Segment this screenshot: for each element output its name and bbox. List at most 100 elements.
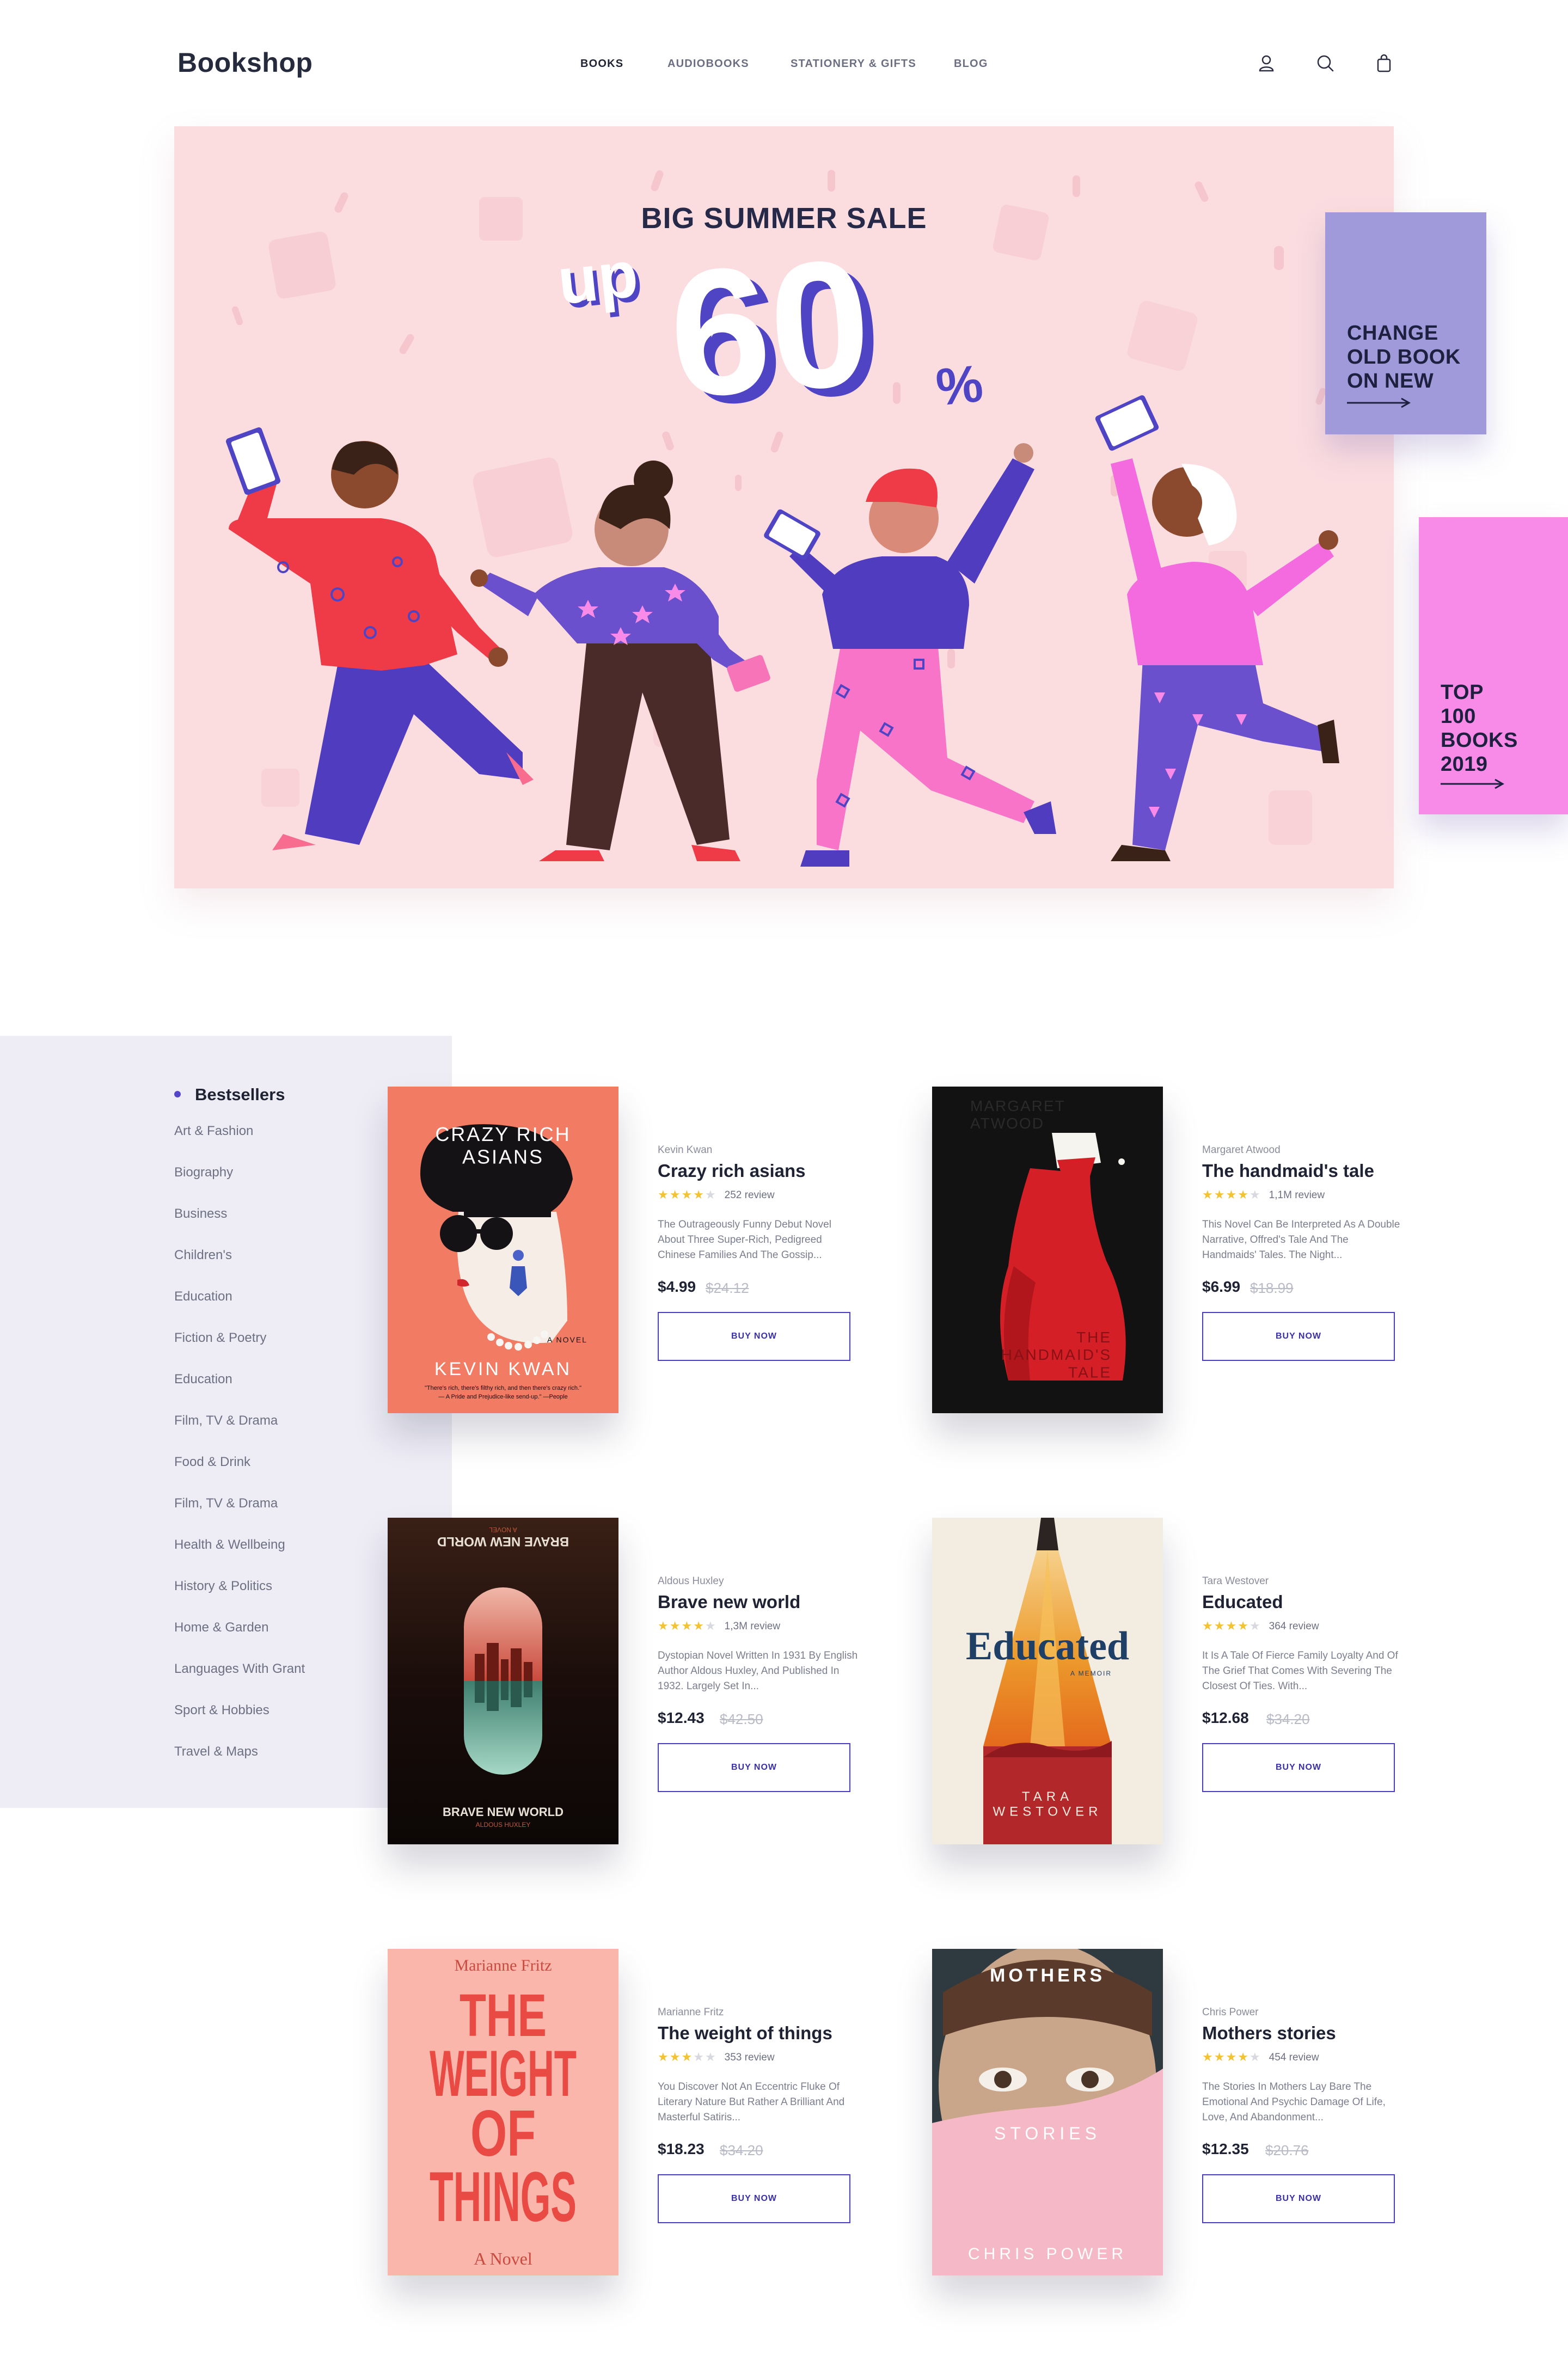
- buy-now-button[interactable]: BUY NOW: [1202, 2174, 1395, 2223]
- cover-tag: A NOVEL: [489, 1526, 517, 1533]
- book-cover[interactable]: Marianne Fritz THE WEIGHT OF THINGS A No…: [388, 1949, 618, 2275]
- buy-now-button[interactable]: BUY NOW: [658, 1312, 850, 1361]
- review-count: 364 review: [1269, 1621, 1319, 1632]
- book-description: The Stories In Mothers Lay Bare The Emot…: [1202, 2081, 1386, 2123]
- hero-banner[interactable]: 60 60 up up % BIG SUMMER SALE: [174, 126, 1394, 888]
- book-author[interactable]: Chris Power: [1202, 2007, 1258, 2019]
- logo[interactable]: Bookshop: [177, 47, 313, 78]
- star-filled-icon: ★: [1202, 1188, 1213, 1202]
- book-title[interactable]: The handmaid's tale: [1202, 1161, 1374, 1181]
- category-item[interactable]: Travel & Maps: [174, 1744, 258, 1759]
- star-filled-icon: ★: [681, 1620, 693, 1633]
- star-filled-icon: ★: [658, 1188, 669, 1202]
- category-item[interactable]: Film, TV & Drama: [174, 1413, 278, 1428]
- category-item[interactable]: Food & Drink: [174, 1455, 250, 1470]
- cover-title-mirrored: BRAVE NEW WORLD: [437, 1534, 569, 1549]
- buy-now-button[interactable]: BUY NOW: [658, 1743, 850, 1792]
- book-author[interactable]: Marianne Fritz: [658, 2007, 724, 2019]
- book-title[interactable]: Educated: [1202, 1592, 1283, 1612]
- book-cover[interactable]: BRAVE NEW WORLD A NOVEL BRAVE NEW WORLD …: [388, 1518, 618, 1844]
- book-author[interactable]: Tara Westover: [1202, 1575, 1269, 1587]
- star-filled-icon: ★: [693, 1620, 704, 1633]
- star-empty-icon: ★: [1249, 1620, 1260, 1633]
- book-cover[interactable]: CRAZY RICH ASIANS A NOVEL KEVIN KWAN "The…: [388, 1087, 618, 1413]
- buy-now-button[interactable]: BUY NOW: [658, 2174, 850, 2223]
- review-count: 353 review: [724, 2052, 775, 2063]
- star-filled-icon: ★: [1214, 1188, 1225, 1202]
- book-old-price: $42.50: [720, 1711, 763, 1727]
- star-filled-icon: ★: [1238, 1188, 1248, 1202]
- book-description: This Novel Can Be Interpreted As A Doubl…: [1202, 1219, 1400, 1261]
- cover-author: KEVIN KWAN: [434, 1359, 572, 1379]
- hero-percent: %: [933, 354, 985, 417]
- cover-tag: A NOVEL: [547, 1335, 587, 1344]
- book-title[interactable]: Mothers stories: [1202, 2023, 1336, 2044]
- book-price: $18.23: [658, 2140, 705, 2157]
- category-item[interactable]: Biography: [174, 1165, 233, 1180]
- book-old-price: $18.99: [1250, 1280, 1294, 1296]
- star-empty-icon: ★: [1249, 2051, 1260, 2064]
- book-title[interactable]: The weight of things: [658, 2023, 832, 2044]
- book-price: $12.35: [1202, 2140, 1249, 2157]
- user-icon[interactable]: [1255, 52, 1277, 74]
- book-title[interactable]: Brave new world: [658, 1592, 800, 1612]
- promo-top-100-books[interactable]: TOP 100 BOOKS 2019: [1419, 517, 1568, 814]
- book-price: $12.43: [658, 1709, 705, 1726]
- category-item[interactable]: Business: [174, 1206, 227, 1222]
- category-item[interactable]: Children's: [174, 1248, 232, 1263]
- book-old-price: $34.20: [720, 2142, 763, 2158]
- promo-change-old-book[interactable]: CHANGE OLD BOOK ON NEW: [1325, 212, 1486, 434]
- review-count: 454 review: [1269, 2052, 1319, 2063]
- search-icon[interactable]: [1314, 52, 1336, 74]
- review-count: 252 review: [724, 1189, 775, 1201]
- nav-stationery-gifts[interactable]: STATIONERY & GIFTS: [791, 58, 916, 70]
- star-filled-icon: ★: [658, 2051, 669, 2064]
- book-old-price: $24.12: [706, 1280, 749, 1296]
- category-item[interactable]: Sport & Hobbies: [174, 1703, 270, 1718]
- book-cover[interactable]: MARGARET ATWOOD THE HANDMAID'S TALE: [932, 1087, 1163, 1413]
- nav-books[interactable]: BOOKS: [580, 58, 623, 70]
- review-count: 1,1M review: [1269, 1189, 1325, 1201]
- star-empty-icon: ★: [1249, 1188, 1260, 1202]
- category-item[interactable]: Languages With Grant: [174, 1661, 305, 1677]
- star-filled-icon: ★: [693, 1188, 704, 1202]
- book-rating: ★★★★★ 252 review: [658, 1189, 775, 1202]
- book-author[interactable]: Kevin Kwan: [658, 1144, 712, 1156]
- star-filled-icon: ★: [658, 1620, 669, 1633]
- book-price: $6.99: [1202, 1278, 1241, 1295]
- book-author[interactable]: Aldous Huxley: [658, 1575, 724, 1587]
- buy-now-button[interactable]: BUY NOW: [1202, 1312, 1395, 1361]
- book-cover[interactable]: Educated A MEMOIR TARA WESTOVER: [932, 1518, 1163, 1844]
- book-cover[interactable]: MOTHERS STORIES CHRIS POWER: [932, 1949, 1163, 2275]
- book-rating: ★★★★★ 1,3M review: [658, 1620, 780, 1633]
- book-author[interactable]: Margaret Atwood: [1202, 1144, 1281, 1156]
- bag-icon[interactable]: [1373, 52, 1395, 74]
- book-price: $12.68: [1202, 1709, 1249, 1726]
- nav-blog[interactable]: BLOG: [954, 58, 988, 70]
- cover-subtitle: STORIES: [994, 2124, 1101, 2143]
- arrow-right-icon: [1347, 397, 1411, 408]
- star-filled-icon: ★: [669, 2051, 681, 2064]
- category-item[interactable]: Fiction & Poetry: [174, 1330, 266, 1346]
- category-item[interactable]: History & Politics: [174, 1579, 272, 1594]
- cover-title: Educated: [966, 1624, 1129, 1669]
- promo-change-text: CHANGE OLD BOOK ON NEW: [1347, 322, 1461, 392]
- category-item[interactable]: Education: [174, 1372, 232, 1387]
- category-title[interactable]: Bestsellers: [195, 1085, 285, 1105]
- star-empty-icon: ★: [693, 2051, 704, 2064]
- category-item[interactable]: Art & Fashion: [174, 1124, 253, 1139]
- category-item[interactable]: Home & Garden: [174, 1620, 268, 1635]
- nav-audiobooks[interactable]: AUDIOBOOKS: [667, 58, 749, 70]
- category-item[interactable]: Education: [174, 1289, 232, 1304]
- cover-title: MOTHERS: [990, 1965, 1105, 1986]
- category-item[interactable]: Film, TV & Drama: [174, 1496, 278, 1511]
- star-filled-icon: ★: [1226, 2051, 1237, 2064]
- book-description: The Outrageously Funny Debut Novel About…: [658, 1219, 831, 1261]
- star-filled-icon: ★: [681, 2051, 693, 2064]
- category-item[interactable]: Health & Wellbeing: [174, 1537, 285, 1553]
- buy-now-button[interactable]: BUY NOW: [1202, 1743, 1395, 1792]
- hero-illustration: 60 60 up up %: [225, 170, 1339, 867]
- star-filled-icon: ★: [1202, 1620, 1213, 1633]
- book-title[interactable]: Crazy rich asians: [658, 1161, 805, 1181]
- active-dot: [174, 1091, 181, 1097]
